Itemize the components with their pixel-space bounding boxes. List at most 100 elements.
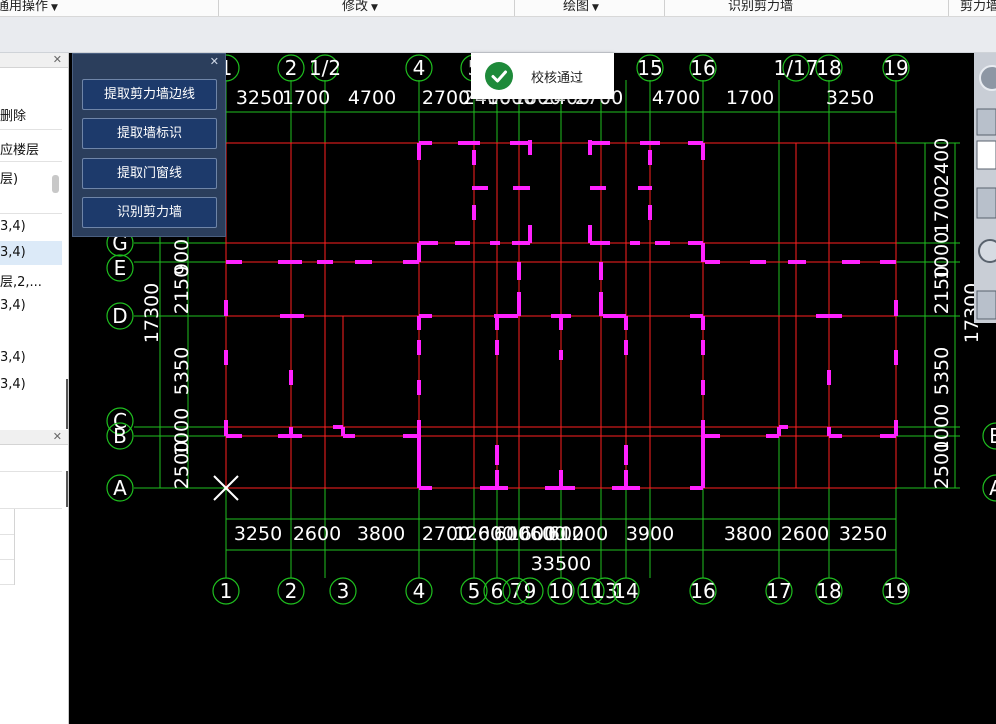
- right-dimension-text: 2500: [931, 441, 953, 489]
- tab-label: 识别剪力墙: [728, 0, 794, 14]
- top-dimension-text: 1700: [726, 87, 774, 109]
- bottom-dimension-text: 3250: [234, 523, 282, 545]
- tab-label: 修改: [342, 0, 369, 14]
- list-item[interactable]: 3,4): [0, 298, 62, 313]
- axis-label-bottom: 17: [766, 579, 791, 603]
- splitter-bar[interactable]: [66, 379, 68, 429]
- success-toast: 校核通过: [471, 53, 614, 99]
- close-icon[interactable]: ✕: [53, 53, 62, 66]
- axis-label-bottom: 9: [524, 579, 537, 603]
- panel-header: ✕: [0, 430, 68, 445]
- total-dimension-text: 33500: [531, 553, 591, 575]
- axis-label-bottom: 14: [613, 579, 638, 603]
- close-icon[interactable]: ✕: [210, 55, 219, 68]
- panel-header: ✕: [0, 53, 68, 68]
- axis-label-top: 16: [690, 56, 715, 80]
- bottom-dimension-text: 2600: [293, 523, 341, 545]
- axis-label-bottom: 16: [690, 579, 715, 603]
- axis-label-bottom: 5: [468, 579, 481, 603]
- axis-label-top: 18: [816, 56, 841, 80]
- front-view-icon[interactable]: [976, 187, 996, 219]
- ribbon-separator: [218, 0, 219, 16]
- divider: [0, 559, 14, 560]
- list-item[interactable]: 3,4): [0, 350, 62, 365]
- bottom-dimension-text: 2600: [781, 523, 829, 545]
- top-view-icon[interactable]: [976, 140, 996, 170]
- axis-label-bottom: 6: [491, 579, 504, 603]
- bottom-dimension-text: 3800: [724, 523, 772, 545]
- axis-label-top: 19: [883, 56, 908, 80]
- right-dimension-text: 1700: [931, 186, 953, 234]
- ribbon-bar: 通用操作 ▼ 修改 ▼ 绘图 ▼ 识别剪力墙 剪力墙: [0, 0, 996, 17]
- divider: [0, 534, 14, 535]
- axis-label-bottom: 19: [883, 579, 908, 603]
- bottom-dimension-text: 3800: [357, 523, 405, 545]
- right-dimension-text: 2150: [931, 266, 953, 314]
- top-dimension-text: 4700: [348, 87, 396, 109]
- bottom-dimension-text: 3900: [626, 523, 674, 545]
- view-3d-icon[interactable]: [976, 108, 996, 136]
- toolbar-strip: [0, 17, 996, 53]
- toast-message: 校核通过: [531, 71, 584, 86]
- left-dimension-text: 5350: [171, 347, 193, 395]
- list-item[interactable]: 3,4): [0, 219, 62, 234]
- divider: [0, 584, 14, 585]
- ribbon-separator: [664, 0, 665, 16]
- axis-label-right: B: [989, 424, 996, 448]
- left-dimension-text: 17300: [141, 283, 163, 343]
- check-circle-icon: [485, 62, 513, 90]
- axis-label-bottom: 4: [413, 579, 426, 603]
- axis-label-left: D: [112, 304, 127, 328]
- top-dimension-text: 3250: [236, 87, 284, 109]
- left-dimension-text: 900: [171, 239, 193, 275]
- list-item[interactable]: 层,2,...: [0, 271, 62, 290]
- tab-draw[interactable]: 绘图 ▼: [563, 0, 599, 14]
- axis-label-top: 15: [637, 56, 662, 80]
- divider: [0, 471, 62, 472]
- bottom-dimension-text: 3250: [839, 523, 887, 545]
- scrollbar-thumb[interactable]: [52, 175, 59, 193]
- grid-settings-icon[interactable]: [976, 290, 996, 320]
- axis-label-top: 1/2: [309, 56, 341, 80]
- axis-label-bottom: 10: [548, 579, 573, 603]
- orbit-icon[interactable]: [979, 65, 996, 91]
- tab-label: 绘图: [563, 0, 590, 14]
- bottom-dimension-text: 1200: [560, 523, 608, 545]
- axis-label-left: A: [113, 476, 127, 500]
- tab-common-ops[interactable]: 通用操作 ▼: [0, 0, 58, 14]
- view-tool-strip: [974, 53, 996, 323]
- splitter-bar[interactable]: [66, 471, 68, 507]
- tab-shear-wall[interactable]: 剪力墙: [960, 0, 996, 14]
- zoom-circle-icon[interactable]: [978, 239, 996, 263]
- right-dimension-text: 5350: [931, 347, 953, 395]
- divider: [0, 161, 62, 162]
- top-dimension-text: 1700: [282, 87, 330, 109]
- top-dimension-text: 4700: [652, 87, 700, 109]
- axis-label-right: A: [989, 476, 996, 500]
- identify-tool-panel: ✕ 提取剪力墙边线 提取墙标识 提取门窗线 识别剪力墙: [72, 53, 226, 237]
- close-icon[interactable]: ✕: [53, 430, 62, 443]
- extract-wall-edge-button[interactable]: 提取剪力墙边线: [82, 79, 217, 110]
- list-item-selected[interactable]: 3,4): [0, 241, 62, 265]
- delete-button[interactable]: 删除: [0, 105, 62, 124]
- axis-label-top: 4: [413, 56, 426, 80]
- tab-label: 通用操作: [0, 0, 49, 14]
- left-dimension-text: 1000: [171, 408, 193, 456]
- extract-wall-tag-button[interactable]: 提取墙标识: [82, 118, 217, 149]
- axis-label-bottom: 18: [816, 579, 841, 603]
- caret-down-icon: ▼: [592, 3, 599, 13]
- identify-shear-wall-button[interactable]: 识别剪力墙: [82, 197, 217, 228]
- caret-down-icon: ▼: [51, 3, 58, 13]
- axis-label-left: B: [113, 424, 127, 448]
- top-dimension-text: 3250: [826, 87, 874, 109]
- column-header-floor: 应楼层: [0, 143, 40, 158]
- axis-label-left: E: [114, 256, 127, 280]
- caret-down-icon: ▼: [371, 3, 378, 13]
- list-item[interactable]: 3,4): [0, 377, 62, 392]
- extract-door-window-line-button[interactable]: 提取门窗线: [82, 158, 217, 189]
- tab-identify-shear-wall[interactable]: 识别剪力墙: [728, 0, 793, 14]
- divider: [0, 129, 62, 130]
- tab-modify[interactable]: 修改 ▼: [342, 0, 378, 14]
- axis-label-top: 2: [285, 56, 298, 80]
- tab-label: 剪力墙: [960, 0, 996, 14]
